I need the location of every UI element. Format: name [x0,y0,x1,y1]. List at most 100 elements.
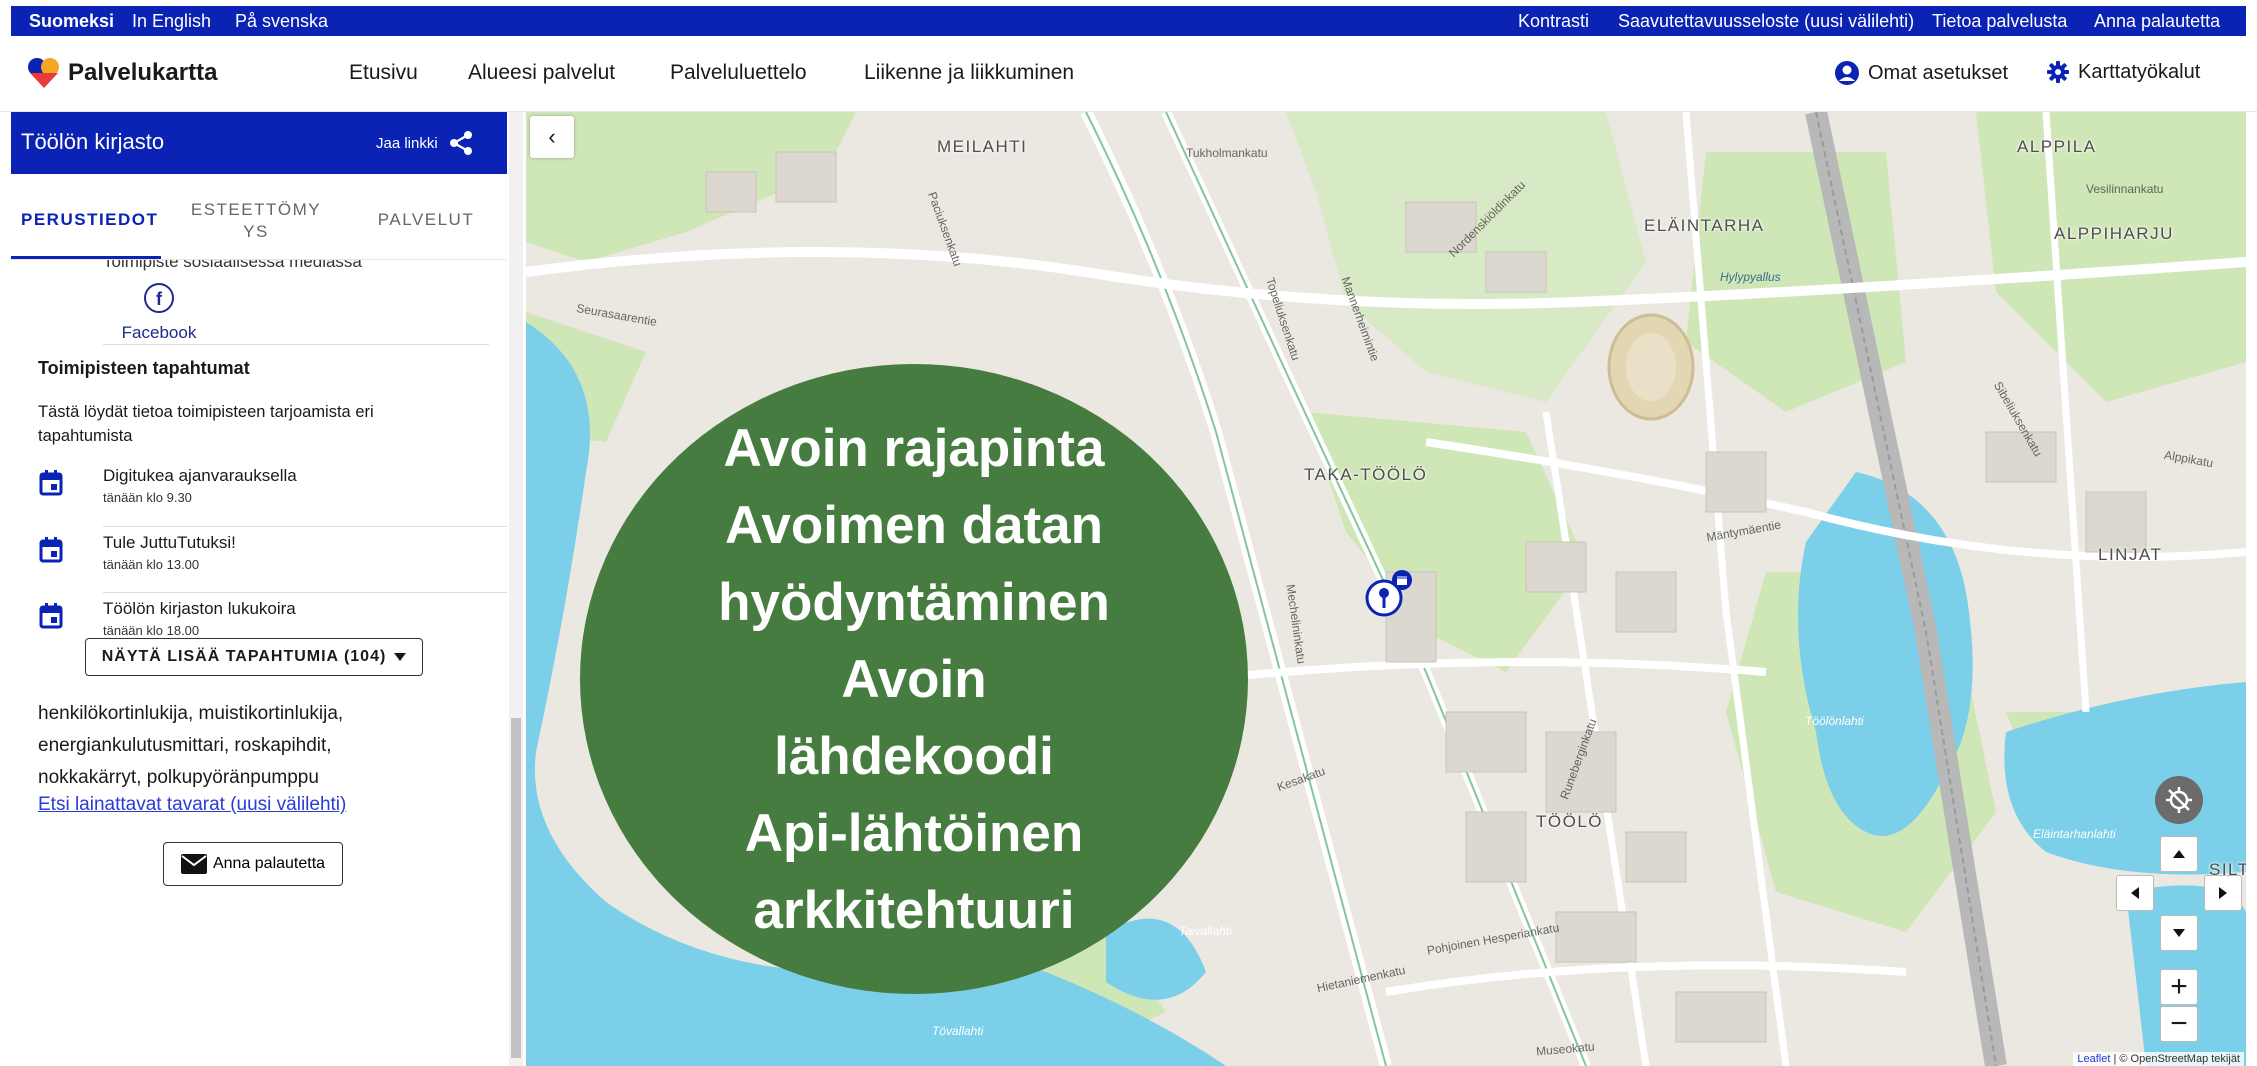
overlay-line: lähdekoodi [774,726,1054,786]
lang-english[interactable]: In English [132,11,211,32]
event-title: Tule JuttuTutuksi! [103,533,236,552]
equipment-list: henkilökortinlukija, muistikortinlukija,… [38,703,344,788]
place-label: ALPPILA [2017,137,2097,156]
pan-right-button[interactable] [2204,875,2242,911]
tab-perustiedot[interactable]: PERUSTIEDOT [21,210,157,230]
locate-button[interactable] [2155,776,2203,824]
map-tools-button[interactable]: Karttatyökalut [2046,60,2200,84]
event-item[interactable]: Digitukea ajanvarauksella tänään klo 9.3… [11,458,507,524]
accessibility-statement-link[interactable]: Saavutettavuusseloste (uusi välilehti) [1618,11,1914,32]
street-label: Tukholmankatu [1186,146,1268,160]
street-label: Vesilinnankatu [2086,182,2164,196]
event-time: tänään klo 9.30 [103,490,192,505]
gear-icon [2047,61,2069,83]
pan-down-button[interactable] [2160,915,2198,951]
feedback-label: Anna palautetta [212,855,326,872]
location-off-icon [2166,787,2192,813]
osm-attribution[interactable]: | © OpenStreetMap tekijät [2113,1053,2240,1065]
minus-icon: − [2170,1007,2188,1040]
scrollbar-thumb[interactable] [511,718,521,1058]
logo[interactable]: Palvelukartta [26,56,217,90]
zoom-in-button[interactable]: + [2160,969,2198,1005]
nav-palveluluettelo[interactable]: Palveluluettelo [670,61,807,85]
place-label: LINJAT [2098,545,2163,564]
event-title: Töölön kirjaston lukukoira [103,599,296,618]
collapse-panel-button[interactable]: ‹ [530,116,574,158]
arrow-down-icon [2173,929,2185,937]
pan-left-button[interactable] [2116,875,2154,911]
zoom-out-button[interactable]: − [2160,1006,2198,1042]
water-label: Hylypyallus [1720,270,1781,284]
about-service-link[interactable]: Tietoa palvelusta [1932,11,2067,32]
calendar-icon [39,470,63,496]
user-icon [1835,61,1859,85]
facebook-icon: f [144,283,174,313]
utility-bar: Suomeksi In English På svenska Kontrasti… [11,6,2246,36]
share-icon [449,131,472,155]
give-feedback-link[interactable]: Anna palautetta [2094,11,2220,32]
overlay-line: hyödyntäminen [718,572,1110,632]
event-time: tänään klo 13.00 [103,557,200,572]
plus-icon: + [2170,970,2188,1003]
chevron-left-icon: ‹ [548,124,556,149]
panel-content: Toimipiste sosiaalisessa mediassa f Face… [11,260,507,1066]
calendar-icon [39,603,63,629]
arrow-left-icon [2131,887,2139,899]
arrow-right-icon [2219,887,2227,899]
facebook-label: Facebook [121,323,197,342]
tab-esteettomyys[interactable]: ESTEETTÖMY YS [181,199,331,243]
map-view[interactable]: MEILAHTI ELÄINTARHA ALPPILA ALPPIHARJU T… [526,112,2246,1066]
events-heading: Toimipisteen tapahtumat [38,358,250,378]
map-attribution: Leaflet | © OpenStreetMap tekijät [2073,1052,2244,1066]
mail-icon [180,854,207,874]
panel-title: Töölön kirjasto [21,129,165,154]
event-item[interactable]: Tule JuttuTutuksi! tänään klo 13.00 [11,525,507,591]
panel-tabs: PERUSTIEDOT ESTEETTÖMY YS PALVELUT [11,174,507,260]
lang-swedish[interactable]: På svenska [235,11,328,32]
leaflet-link[interactable]: Leaflet [2077,1053,2110,1065]
water-label: Eläintarhanlahti [2033,827,2116,841]
social-heading: Toimipiste sosiaalisessa mediassa [103,260,362,271]
tab-palvelut[interactable]: PALVELUT [366,210,486,230]
nav-etusivu[interactable]: Etusivu [349,61,418,85]
main-nav: Palvelukartta Etusivu Alueesi palvelut P… [0,36,2257,112]
lang-finnish[interactable]: Suomeksi [29,11,114,32]
arrow-up-icon [2173,850,2185,858]
share-link-button[interactable]: Jaa linkki [376,130,474,156]
panel-scrollbar[interactable] [509,112,523,1066]
unit-panel: Töölön kirjasto Jaa linkki PERUSTIEDOT E… [11,112,507,1066]
panel-header: Töölön kirjasto Jaa linkki [11,112,507,174]
events-intro: Tästä löydät tietoa toimipisteen tarjoam… [38,403,374,445]
place-label: ELÄINTARHA [1644,216,1765,235]
logo-icon [28,58,59,88]
event-title: Digitukea ajanvarauksella [103,466,297,485]
show-more-events-button[interactable]: NÄYTÄ LISÄÄ TAPAHTUMIA (104) [85,638,423,676]
overlay-line: Avoimen datan [725,495,1103,555]
settings-button[interactable]: Omat asetukset [1834,60,2008,86]
caret-down-icon [394,653,407,661]
nav-alueesi-palvelut[interactable]: Alueesi palvelut [468,61,615,85]
contrast-link[interactable]: Kontrasti [1518,11,1589,32]
calendar-icon [39,537,63,563]
logo-text: Palvelukartta [68,59,218,86]
event-time: tänään klo 18.00 [103,623,200,638]
water-label: Taivallahti [1179,924,1232,938]
water-label: Tövallahti [932,1024,984,1038]
place-label: TÖÖLÖ [1536,812,1604,831]
water-label: Töölönlahti [1805,714,1864,728]
overlay-line: Avoin rajapinta [723,418,1105,478]
overlay-text: Avoin rajapinta Avoimen datan hyödyntämi… [718,410,1110,949]
loanable-items-link[interactable]: Etsi lainattavat tavarat (uusi välilehti… [38,794,346,816]
feedback-button[interactable]: Anna palautetta [163,842,343,886]
nav-liikenne[interactable]: Liikenne ja liikkuminen [864,61,1074,85]
facebook-link[interactable]: f Facebook [114,282,204,343]
svg-text:f: f [156,289,163,309]
overlay-line: Api-lähtöinen [744,803,1084,863]
place-label: MEILAHTI [937,137,1028,156]
settings-label: Omat asetukset [1868,61,2009,84]
library-marker-icon[interactable] [1364,568,1416,620]
pan-up-button[interactable] [2160,836,2198,872]
show-more-label: NÄYTÄ LISÄÄ TAPAHTUMIA (104) [101,648,387,665]
divider [103,344,489,345]
place-label: ALPPIHARJU [2054,224,2174,243]
